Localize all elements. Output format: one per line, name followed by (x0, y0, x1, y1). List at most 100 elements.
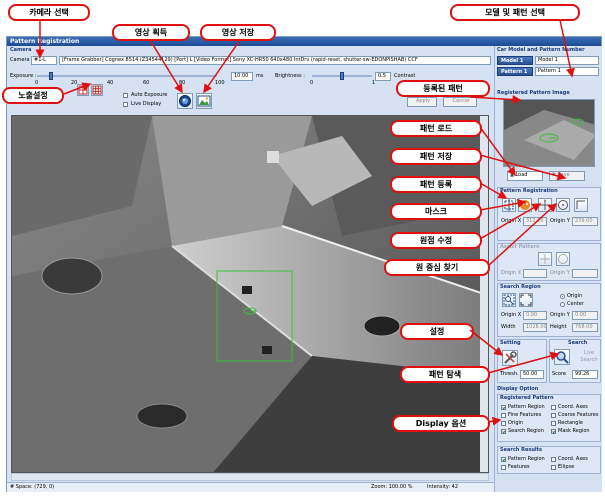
auto-exposure-checkbox[interactable] (123, 93, 128, 98)
circle-center-button[interactable] (556, 198, 570, 212)
grid-view-icon[interactable] (77, 84, 89, 96)
search-region-select-button[interactable] (502, 293, 516, 307)
mask-icon (520, 200, 530, 210)
pattern-search-button[interactable] (554, 349, 570, 365)
load-icon: ▲ (510, 172, 514, 178)
brightness-value-input[interactable]: 0.5 (375, 72, 391, 81)
origin-y-value: 239.00 (575, 218, 593, 224)
assist-circle-icon (558, 254, 568, 264)
cancel-button[interactable]: Cancel (443, 97, 477, 107)
exposure-tick-label: 80 (179, 80, 186, 86)
capture-button[interactable] (177, 93, 193, 109)
auto-exposure-label: Auto Exposure (131, 92, 168, 98)
result-option-checkbox[interactable] (551, 465, 556, 470)
width-input[interactable]: 1028.00 (523, 323, 547, 332)
image-save-icon (197, 95, 211, 107)
registered-option-checkbox[interactable] (501, 421, 506, 426)
score-field: 99.26 (572, 370, 598, 379)
grid-fine-icon[interactable] (91, 84, 103, 96)
status-bar: # Space: (729, 0) Zoom: 100.00 % Intensi… (7, 482, 495, 492)
camera-info-field: [Frame Grabber] Cognex 8514 (Z34544129) … (59, 56, 491, 65)
save-image-button[interactable] (196, 93, 212, 109)
registered-option-checkbox[interactable] (501, 429, 506, 434)
pattern-select-value: Pattern 1 (538, 68, 561, 74)
setting-button[interactable] (502, 350, 518, 366)
brightness-slider-track[interactable] (312, 72, 372, 80)
callout-registered: 등록된 패턴 (396, 80, 490, 97)
sr-origin-y-input[interactable]: 0.00 (572, 311, 598, 320)
assist-origin-x-input[interactable] (523, 269, 547, 278)
pattern-registration-window: Pattern Registration Camera Camera #1-L … (6, 36, 602, 492)
corner-button[interactable] (574, 198, 588, 212)
registered-image-header: Registered Pattern Image (497, 90, 570, 96)
camera-info-text: [Frame Grabber] Cognex 8514 (Z34544129) … (62, 57, 418, 63)
center-radio[interactable] (560, 302, 565, 307)
assist-origin-y-label: Origin Y (550, 270, 570, 276)
result-option-checkbox[interactable] (551, 457, 556, 462)
height-label: Height (550, 324, 567, 330)
assist-origin-button[interactable] (538, 252, 552, 266)
result-option-label: Pattern Region (508, 456, 545, 462)
contrast-label: Contrast (394, 73, 416, 79)
width-label: Width (501, 324, 516, 330)
callout-setting: 설정 (400, 323, 474, 340)
sr-origin-x-input[interactable]: 0.00 (523, 311, 547, 320)
result-option-label: Ellipse (558, 464, 575, 470)
assist-circle-button[interactable] (556, 252, 570, 266)
callout-model-select: 모델 및 패턴 선택 (450, 4, 580, 21)
search-region-expand-button[interactable] (519, 293, 533, 307)
register-pattern-button[interactable] (502, 198, 516, 212)
load-pattern-button[interactable]: ▲ Load (507, 171, 543, 181)
brightness-slider-thumb[interactable] (340, 72, 344, 80)
pattern-select[interactable]: Pattern 1 (535, 67, 599, 76)
save-icon: ▼ (552, 172, 556, 178)
callout-capture: 영상 획득 (112, 24, 190, 41)
live-display-checkbox[interactable] (123, 102, 128, 107)
height-input[interactable]: 768.00 (572, 323, 598, 332)
search-header: Search (568, 340, 588, 346)
registered-option-checkbox[interactable] (501, 413, 506, 418)
save-pattern-button[interactable]: ▼ Save (549, 171, 585, 181)
sr-origin-y-value: 0.00 (575, 312, 587, 318)
registered-option-label: Coarse Features (558, 412, 599, 418)
exposure-unit: ms (256, 73, 264, 79)
pattern-label: Pattern 1 (497, 67, 533, 76)
result-option-label: Coord. Axes (558, 456, 588, 462)
registered-option-checkbox[interactable] (501, 405, 506, 410)
mask-button[interactable] (518, 198, 532, 212)
result-option-checkbox[interactable] (501, 457, 506, 462)
exposure-slider-track[interactable] (37, 72, 217, 80)
register-icon (504, 199, 514, 211)
horizontal-scrollbar[interactable] (11, 473, 489, 481)
height-value: 768.00 (575, 324, 593, 330)
camera-select[interactable]: #1-L (31, 56, 57, 65)
apply-label: Apply (415, 98, 431, 104)
registered-option-checkbox[interactable] (551, 421, 556, 426)
registered-option-label: Fine Features (508, 412, 542, 418)
exposure-slider-thumb[interactable] (49, 72, 54, 80)
registered-option-checkbox[interactable] (551, 413, 556, 418)
live-search-label[interactable]: Live Search (578, 350, 600, 364)
exposure-value: 10.00 (234, 73, 249, 79)
registered-option-checkbox[interactable] (551, 429, 556, 434)
cancel-label: Cancel (452, 98, 470, 104)
origin-x-input[interactable]: 312.00 (523, 217, 547, 226)
origin-edit-button[interactable] (538, 198, 552, 212)
model-select[interactable]: Model 1 (535, 56, 599, 65)
setting-header: Setting (500, 340, 521, 346)
origin-radio[interactable] (560, 294, 565, 299)
registered-option-label: Coord. Axes (558, 404, 588, 410)
exposure-value-input[interactable]: 10.00 (231, 72, 253, 81)
registered-option-checkbox[interactable] (551, 405, 556, 410)
status-zoom: Zoom: 100.00 % (371, 484, 413, 490)
result-option-checkbox[interactable] (501, 465, 506, 470)
assist-origin-y-input[interactable] (572, 269, 598, 278)
search-group: Search Live Search Score 99.26 (549, 339, 601, 383)
thresh-input[interactable]: 50.00 (520, 370, 544, 379)
center-radio-label: Center (567, 301, 584, 307)
origin-y-input[interactable]: 239.00 (572, 217, 598, 226)
assist-pattern-header: Assist Pattern (500, 244, 540, 250)
exposure-ticks: 0 20 40 60 80 100 (35, 80, 225, 87)
registered-pattern-header: Registered Pattern (500, 395, 554, 401)
apply-button[interactable]: Apply (407, 97, 437, 107)
